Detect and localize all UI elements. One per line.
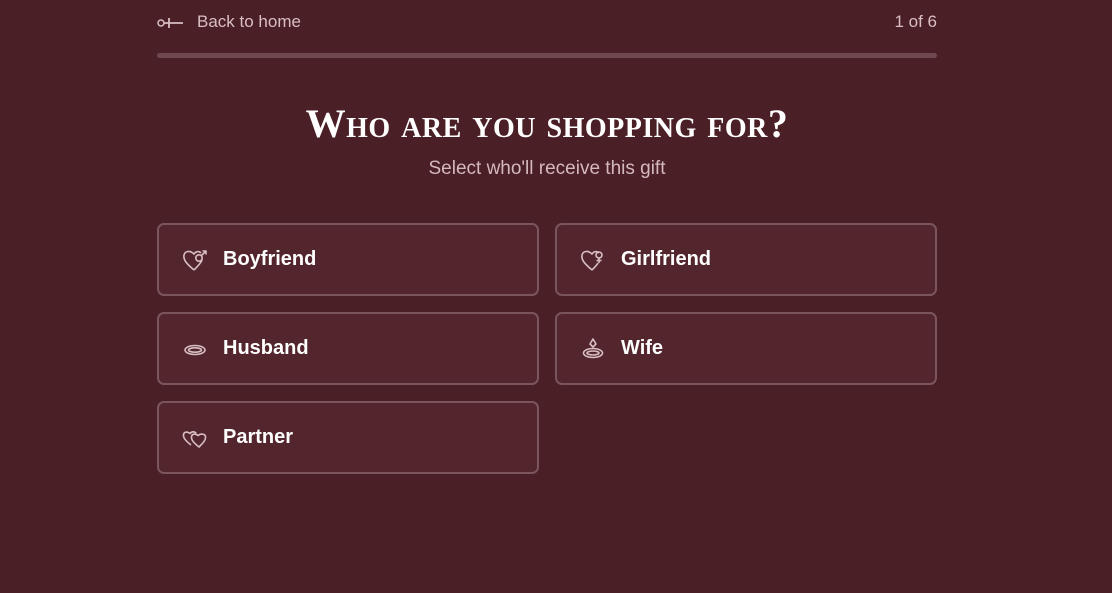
page-title: Who are you shopping for? xyxy=(305,101,789,146)
page-subtitle: Select who'll receive this gift xyxy=(428,158,666,179)
option-husband[interactable]: Husband xyxy=(157,312,539,385)
option-label: Husband xyxy=(223,337,309,359)
option-label: Girlfriend xyxy=(621,248,712,270)
heart-female-icon xyxy=(579,246,607,274)
option-label: Boyfriend xyxy=(223,248,317,270)
option-label: Partner xyxy=(223,426,294,448)
two-hearts-icon xyxy=(181,424,209,452)
heart-male-icon xyxy=(181,246,209,274)
option-label: Wife xyxy=(621,337,664,359)
option-boyfriend[interactable]: Boyfriend xyxy=(157,223,539,296)
quiz-container: Back to home 1 of 6 Who are you shopping… xyxy=(157,0,937,474)
back-arrow-icon xyxy=(157,15,187,29)
step-counter: 1 of 6 xyxy=(894,12,937,31)
top-bar: Back to home 1 of 6 xyxy=(157,0,937,58)
diamond-ring-icon xyxy=(579,335,607,363)
ring-icon xyxy=(181,335,209,363)
option-girlfriend[interactable]: Girlfriend xyxy=(555,223,937,296)
option-wife[interactable]: Wife xyxy=(555,312,937,385)
recipient-options: Boyfriend Girlfriend Husband Wife Partne… xyxy=(157,223,937,474)
back-link-label: Back to home xyxy=(197,12,301,31)
option-partner[interactable]: Partner xyxy=(157,401,539,474)
progress-bar xyxy=(157,53,937,58)
back-to-home-link[interactable]: Back to home xyxy=(157,12,301,32)
